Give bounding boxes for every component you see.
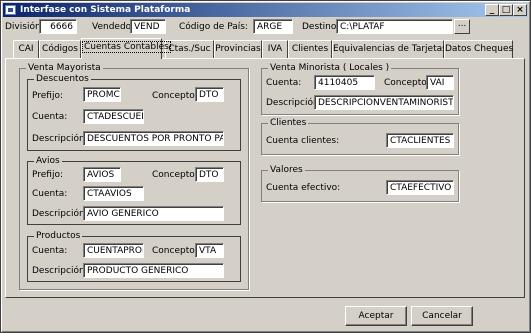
avios-group: Avios Prefijo: AVIOS Concepto: DTO Cuent… bbox=[27, 155, 241, 225]
app-icon bbox=[5, 5, 16, 15]
title-bar[interactable]: Interfase con Sistema Plataforma _ □ × bbox=[3, 3, 528, 17]
productos-descripcion-field[interactable]: PRODUCTO GENERICO bbox=[83, 263, 224, 278]
minimize-button[interactable]: _ bbox=[485, 4, 499, 16]
tab-iva[interactable]: IVA bbox=[262, 40, 288, 58]
destino-field[interactable]: C:\PLATAF bbox=[336, 19, 453, 34]
tab-label: Clientes bbox=[291, 44, 329, 54]
cuentas-contables-panel: Venta Mayorista Descuentos Prefijo: PROM… bbox=[5, 58, 525, 298]
productos-cuenta-label: Cuenta: bbox=[32, 246, 68, 256]
descuentos-cuenta-label: Cuenta: bbox=[32, 112, 68, 122]
productos-legend: Productos bbox=[34, 230, 83, 242]
descuentos-concepto-label: Concepto: bbox=[152, 91, 198, 101]
venta-minorista-group: Venta Minorista ( Locales ) Cuenta: 4110… bbox=[261, 62, 459, 115]
division-field[interactable]: 6666 bbox=[39, 19, 77, 34]
productos-descripcion-label: Descripción: bbox=[32, 266, 88, 276]
maximize-button[interactable]: □ bbox=[499, 4, 513, 16]
minorista-cuenta-field[interactable]: 4110405 bbox=[314, 75, 375, 90]
venta-minorista-legend: Venta Minorista ( Locales ) bbox=[268, 62, 392, 74]
maximize-icon: □ bbox=[501, 5, 511, 15]
descuentos-concepto-field[interactable]: DTO bbox=[195, 87, 224, 102]
descuentos-prefijo-label: Prefijo: bbox=[32, 91, 64, 101]
vendedor-label: Vendedor bbox=[92, 22, 135, 32]
division-label: División: bbox=[5, 22, 44, 32]
tab-ctas-suc[interactable]: Ctas./Suc bbox=[165, 40, 214, 58]
cuenta-efectivo-label: Cuenta efectivo: bbox=[266, 183, 341, 193]
avios-concepto-label: Concepto: bbox=[152, 170, 198, 180]
clientes-group: Clientes Cuenta clientes: CTACLIENTES bbox=[261, 117, 459, 155]
avios-prefijo-field[interactable]: AVIOS bbox=[83, 167, 121, 182]
tab-label: IVA bbox=[267, 44, 283, 54]
descuentos-descripcion-field[interactable]: DESCUENTOS POR PRONTO PAGO bbox=[83, 131, 224, 146]
minorista-cuenta-label: Cuenta: bbox=[266, 78, 302, 88]
valores-legend: Valores bbox=[268, 164, 305, 176]
tab-label: Provincias bbox=[215, 44, 261, 54]
descuentos-descripcion-label: Descripción: bbox=[32, 134, 88, 144]
tab-codigos[interactable]: Códigos bbox=[39, 40, 81, 58]
cuenta-efectivo-field[interactable]: CTAEFECTIVO bbox=[386, 180, 454, 195]
pais-label: Código de País: bbox=[179, 22, 248, 32]
productos-concepto-field[interactable]: VTA bbox=[195, 243, 224, 258]
avios-cuenta-label: Cuenta: bbox=[32, 189, 68, 199]
browse-button[interactable]: ... bbox=[454, 19, 470, 34]
minorista-concepto-field[interactable]: VAI bbox=[426, 75, 454, 90]
productos-group: Productos Cuenta: CUENTAPRODU Concepto: … bbox=[27, 230, 241, 282]
minimize-icon: _ bbox=[489, 5, 495, 15]
avios-descripcion-field[interactable]: AVIO GENERICO bbox=[83, 206, 224, 221]
destino-label: Destino: bbox=[302, 22, 340, 32]
close-button[interactable]: × bbox=[513, 4, 527, 16]
tab-label: Datos Cheques bbox=[445, 44, 514, 54]
productos-cuenta-field[interactable]: CUENTAPRODU bbox=[83, 243, 144, 258]
clientes-legend: Clientes bbox=[268, 117, 309, 129]
tab-clientes[interactable]: Clientes bbox=[288, 40, 332, 58]
main-window: Interfase con Sistema Plataforma _ □ × D… bbox=[0, 0, 531, 333]
pais-field[interactable]: ARGE bbox=[253, 19, 293, 34]
tab-cuentas-contables[interactable]: Cuentas Contables bbox=[81, 38, 171, 59]
avios-descripcion-label: Descripción: bbox=[32, 209, 88, 219]
cancel-button[interactable]: Cancelar bbox=[411, 306, 473, 326]
tab-label: Ctas./Suc bbox=[168, 44, 211, 54]
avios-cuenta-field[interactable]: CTAAVIOS bbox=[83, 186, 144, 201]
avios-concepto-field[interactable]: DTO bbox=[195, 167, 224, 182]
tab-provincias[interactable]: Provincias bbox=[214, 40, 262, 58]
descuentos-group: Descuentos Prefijo: PROMC Concepto: DTO … bbox=[27, 73, 241, 151]
tab-label: CAI bbox=[18, 44, 34, 54]
close-icon: × bbox=[516, 5, 524, 15]
valores-group: Valores Cuenta efectivo: CTAEFECTIVO bbox=[261, 164, 459, 202]
tab-strip: CAI Códigos Cuentas Contables Ctas./Suc … bbox=[1, 37, 531, 59]
venta-mayorista-group: Venta Mayorista Descuentos Prefijo: PROM… bbox=[19, 62, 249, 290]
tab-label: Equivalencias de Tarjetas bbox=[333, 44, 447, 54]
descuentos-prefijo-field[interactable]: PROMC bbox=[83, 87, 121, 102]
accept-button[interactable]: Aceptar bbox=[345, 306, 407, 326]
descuentos-legend: Descuentos bbox=[34, 73, 91, 85]
tab-equivalencias-tarjetas[interactable]: Equivalencias de Tarjetas bbox=[332, 40, 447, 58]
vendedor-field[interactable]: VEND bbox=[130, 19, 166, 34]
cuenta-clientes-label: Cuenta clientes: bbox=[266, 136, 340, 146]
avios-legend: Avios bbox=[34, 155, 62, 167]
minorista-descripcion-field[interactable]: DESCRIPCIONVENTAMINORISTA bbox=[314, 95, 454, 110]
descuentos-cuenta-field[interactable]: CTADESCUENT bbox=[83, 109, 144, 124]
tab-datos-cheques[interactable]: Datos Cheques bbox=[444, 40, 513, 58]
cuenta-clientes-field[interactable]: CTACLIENTES bbox=[386, 133, 454, 148]
window-title: Interfase con Sistema Plataforma bbox=[20, 5, 191, 15]
tab-label: Cuentas Contables bbox=[82, 41, 171, 53]
minorista-concepto-label: Concepto: bbox=[384, 78, 430, 88]
tab-cai[interactable]: CAI bbox=[13, 40, 39, 58]
tab-label: Códigos bbox=[42, 44, 78, 54]
productos-concepto-label: Concepto: bbox=[152, 246, 198, 256]
avios-prefijo-label: Prefijo: bbox=[32, 170, 64, 180]
